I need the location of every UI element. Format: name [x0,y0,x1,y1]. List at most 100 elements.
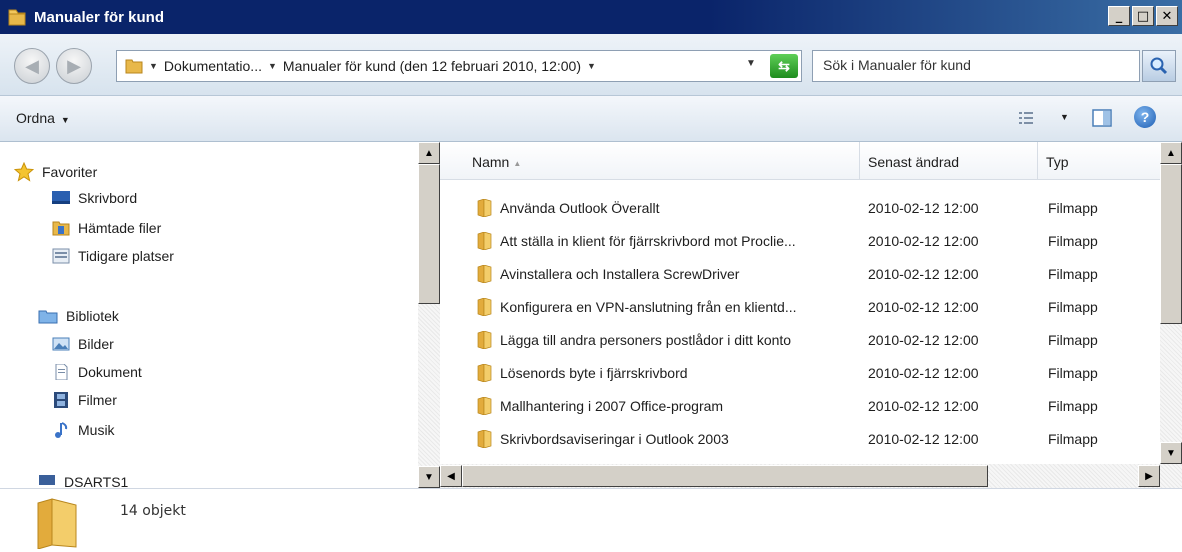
nav-item-label: Bilder [78,336,114,352]
folder-icon [8,9,26,26]
chevron-down-icon: ▼ [1166,447,1176,459]
chevron-right-icon: ▶ [1145,470,1153,482]
file-list: Namn ▲ Senast ändrad Typ Använda Outlook … [440,142,1182,488]
breadcrumb-label: Manualer för kund (den 12 februari 2010,… [282,58,581,74]
minimize-icon: _ [1115,8,1123,24]
maximize-icon: □ [1136,8,1150,24]
organize-label: Ordna [16,110,55,126]
table-row[interactable]: Skrivbordsaviseringar i Outlook 2003 2010… [440,421,1162,454]
table-row[interactable]: Använda Outlook Överallt 2010-02-12 12:00… [440,190,1162,223]
back-arrow-icon: ◀ [25,55,39,76]
file-name-cell[interactable]: Mallhantering i 2007 Office-program [476,397,723,415]
file-name-cell[interactable]: Använda Outlook Överallt [476,199,660,217]
table-row[interactable]: Lägga till andra personers postlådor i d… [440,322,1162,355]
chevron-down-icon: ▼ [60,115,70,125]
table-row[interactable]: Att ställa in klient för fjärrskrivbord … [440,223,1162,256]
chevron-right-icon: ▼ [267,61,277,71]
nav-item-bilder[interactable]: Bilder [52,336,114,352]
chevron-up-icon: ▲ [424,147,434,159]
videos-icon [54,392,68,408]
nav-item-filmer[interactable]: Filmer [52,392,117,408]
chevron-down-icon[interactable]: ▼ [587,61,596,71]
table-row[interactable]: Konfigurera en VPN-anslutning från en kl… [440,289,1162,322]
desktop-icon [52,191,70,204]
breadcrumb-item[interactable]: ▼ Dokumentatio... [149,58,262,74]
file-modified-cell: 2010-02-12 12:00 [868,266,979,282]
file-name-cell[interactable]: Konfigurera en VPN-anslutning från en kl… [476,298,797,316]
scrollbar-thumb[interactable] [462,465,988,487]
scrollbar-thumb[interactable] [1160,164,1182,324]
folder-icon [477,298,492,316]
file-name: Att ställa in klient för fjärrskrivbord … [500,233,796,249]
maximize-button[interactable]: □ [1132,6,1154,26]
scroll-left-button[interactable]: ◀ [440,465,462,487]
nav-favorites[interactable]: Favoriter [14,162,97,182]
nav-favorites-label: Favoriter [42,164,98,180]
nav-item-musik[interactable]: Musik [52,422,115,438]
close-icon: ✕ [1161,8,1173,24]
file-name: Mallhantering i 2007 Office-program [500,398,724,414]
nav-item-label: Musik [78,422,115,438]
search-placeholder: Sök i Manualer för kund [823,57,971,73]
refresh-button[interactable]: ⇆ [770,54,798,78]
scroll-up-button[interactable]: ▲ [1160,142,1182,164]
organize-menu-button[interactable]: Ordna ▼ [16,110,70,126]
file-list-horizontal-scrollbar[interactable]: ◀ ▶ [440,464,1182,488]
status-bar: 14 objekt [0,488,1182,552]
nav-item-computer[interactable]: DSARTS1 [38,474,128,488]
column-header-label: Typ [1046,154,1069,170]
file-name-cell[interactable]: Lägga till andra personers postlådor i d… [476,331,791,349]
nav-item-label: Tidigare platser [78,248,174,264]
table-row[interactable]: Avinstallera och Installera ScrewDriver 2… [440,256,1162,289]
nav-item-skrivbord[interactable]: Skrivbord [52,190,137,206]
column-header-modified[interactable]: Senast ändrad [860,142,1038,180]
computer-icon [39,475,55,485]
folder-icon [477,397,492,415]
folder-icon [125,59,143,74]
file-name-cell[interactable]: Avinstallera och Installera ScrewDriver [476,265,739,283]
column-header-type[interactable]: Typ [1038,142,1162,180]
file-list-vertical-scrollbar[interactable]: ▲ ▼ [1160,142,1182,464]
nav-libraries[interactable]: Bibliotek [38,308,119,324]
view-options-dropdown-icon[interactable]: ▼ [1060,112,1069,122]
title-bar[interactable]: Manualer för kund _ □ ✕ [0,0,1182,34]
address-toolbar: ◀ ▶ ▼ Dokumentatio... ▼ Manualer för kun… [0,34,1182,96]
chevron-left-icon: ◀ [447,470,455,482]
scroll-down-button[interactable]: ▼ [1160,442,1182,464]
file-name-cell[interactable]: Att ställa in klient för fjärrskrivbord … [476,232,796,250]
recent-places-icon [52,248,70,264]
file-name-cell[interactable]: Lösenords byte i fjärrskrivbord [476,364,688,382]
search-button[interactable] [1142,50,1176,82]
nav-item-dokument[interactable]: Dokument [52,364,142,380]
address-input[interactable]: ▼ Dokumentatio... ▼ Manualer för kund (d… [116,50,802,82]
table-row[interactable]: Mallhantering i 2007 Office-program 2010-… [440,388,1162,421]
file-name: Lägga till andra personers postlådor i d… [500,332,792,348]
back-button[interactable]: ◀ [14,48,50,84]
view-details-icon[interactable] [1018,110,1034,126]
breadcrumb-label: Dokumentatio... [163,58,262,74]
column-header-label: Senast ändrad [868,154,960,170]
file-modified-cell: 2010-02-12 12:00 [868,200,979,216]
nav-pane-scrollbar[interactable]: ▲ ▼ [418,142,440,488]
close-button[interactable]: ✕ [1156,6,1178,26]
preview-pane-icon[interactable] [1092,108,1112,128]
nav-item-tidigare-platser[interactable]: Tidigare platser [52,248,174,264]
command-bar: Ordna ▼ ▼ ? [0,96,1182,142]
scroll-up-button[interactable]: ▲ [418,142,440,164]
address-history-dropdown-icon[interactable]: ▼ [746,58,756,69]
file-type-cell: Filmapp [1048,365,1098,381]
table-row[interactable]: Lösenords byte i fjärrskrivbord 2010-02-1… [440,355,1162,388]
breadcrumb-item[interactable]: ▼ Manualer för kund (den 12 februari 201… [268,58,602,74]
search-input[interactable]: Sök i Manualer för kund [812,50,1140,82]
forward-button[interactable]: ▶ [56,48,92,84]
nav-item-hamtade-filer[interactable]: Hämtade filer [52,220,161,236]
downloads-icon [52,221,70,236]
scroll-right-button[interactable]: ▶ [1138,465,1160,487]
column-header-name[interactable]: Namn ▲ [440,142,860,180]
scroll-down-button[interactable]: ▼ [418,466,440,488]
help-button[interactable]: ? [1134,106,1156,128]
minimize-button[interactable]: _ [1108,6,1130,26]
documents-icon [55,364,68,380]
file-name-cell[interactable]: Skrivbordsaviseringar i Outlook 2003 [476,430,729,448]
scrollbar-thumb[interactable] [418,164,440,304]
